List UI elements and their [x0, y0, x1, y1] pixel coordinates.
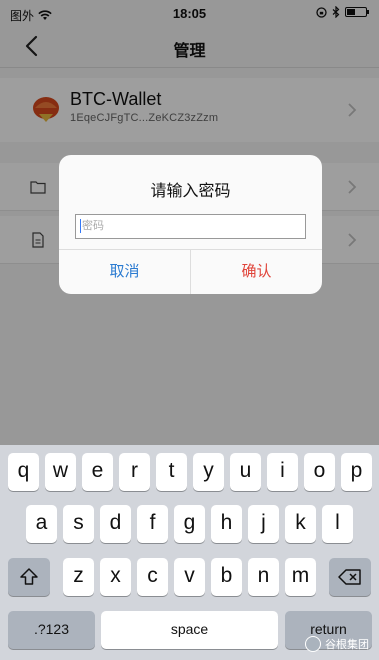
key-z[interactable]: z [63, 558, 94, 596]
key-j[interactable]: j [248, 505, 279, 543]
key-s[interactable]: s [63, 505, 94, 543]
key-d[interactable]: d [100, 505, 131, 543]
password-placeholder: 密码 [82, 220, 104, 232]
key-c[interactable]: c [137, 558, 168, 596]
key-e[interactable]: e [82, 453, 113, 491]
key-m[interactable]: m [285, 558, 316, 596]
key-p[interactable]: p [341, 453, 372, 491]
screen: 图外 18:05 管理 BTC-Wallet 1EqeCJFgTC...ZeKC… [0, 0, 379, 660]
key-k[interactable]: k [285, 505, 316, 543]
key-g[interactable]: g [174, 505, 205, 543]
dialog-title: 请输入密码 [150, 183, 231, 200]
key-q[interactable]: q [8, 453, 39, 491]
key-u[interactable]: u [230, 453, 261, 491]
key-i[interactable]: i [267, 453, 298, 491]
key-y[interactable]: y [193, 453, 224, 491]
key-h[interactable]: h [211, 505, 242, 543]
key-a[interactable]: a [26, 505, 57, 543]
key-t[interactable]: t [156, 453, 187, 491]
backspace-key[interactable] [329, 558, 371, 596]
key-x[interactable]: x [100, 558, 131, 596]
key-r[interactable]: r [119, 453, 150, 491]
backspace-icon [338, 569, 361, 585]
key-n[interactable]: n [248, 558, 279, 596]
key-l[interactable]: l [322, 505, 353, 543]
key-v[interactable]: v [174, 558, 205, 596]
text-caret [80, 219, 81, 234]
key-f[interactable]: f [137, 505, 168, 543]
cancel-button[interactable]: 取消 [59, 250, 191, 294]
dialog-buttons: 取消 确认 [59, 249, 322, 294]
watermark: 谷根集团 [305, 636, 369, 652]
watermark-text: 谷根集团 [325, 639, 369, 651]
keyboard: q w e r t y u i o p a s d f g h j k l z … [0, 445, 379, 660]
shift-key[interactable] [8, 558, 50, 596]
numbers-key[interactable]: .?123 [8, 611, 95, 649]
password-dialog: 请输入密码 密码 取消 确认 [59, 155, 322, 294]
key-w[interactable]: w [45, 453, 76, 491]
confirm-button[interactable]: 确认 [191, 250, 322, 294]
space-key[interactable]: space [101, 611, 278, 649]
key-o[interactable]: o [304, 453, 335, 491]
password-input[interactable]: 密码 [75, 214, 306, 239]
key-b[interactable]: b [211, 558, 242, 596]
shift-icon [20, 568, 38, 585]
watermark-logo-icon [305, 636, 321, 652]
